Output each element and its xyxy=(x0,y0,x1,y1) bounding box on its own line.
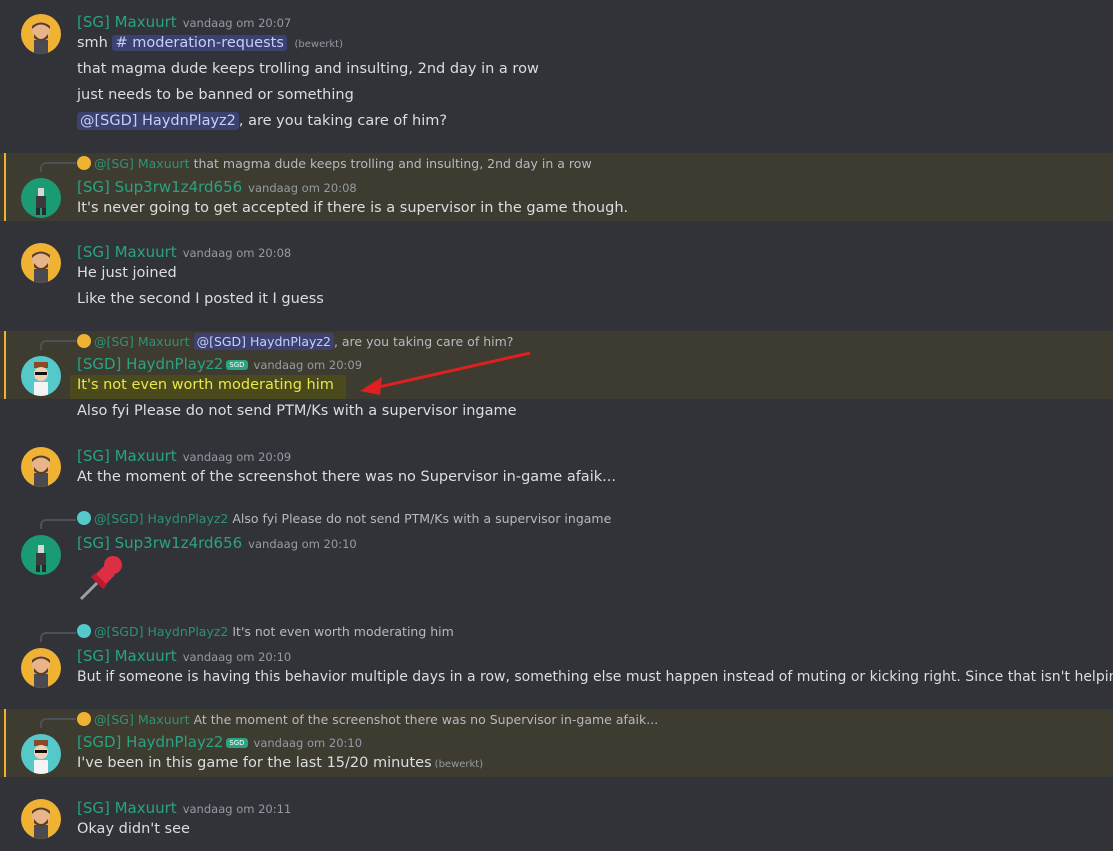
edited-label: (bewerkt) xyxy=(294,39,343,50)
message-line: At the moment of the screenshot there wa… xyxy=(77,469,616,485)
timestamp[interactable]: vandaag om 20:09 xyxy=(254,358,363,372)
message-line: It's not even worth moderating him xyxy=(77,377,334,393)
timestamp[interactable]: vandaag om 20:09 xyxy=(183,450,292,464)
timestamp[interactable]: vandaag om 20:10 xyxy=(254,736,363,750)
reply-spine xyxy=(40,632,76,642)
annotation-arrow-icon xyxy=(360,351,531,395)
message-header: [SG] Sup3rw1z4rd656 vandaag om 20:10 xyxy=(77,534,357,552)
message-header: [SG] Maxuurt vandaag om 20:11 xyxy=(77,799,291,817)
message-line: Also fyi Please do not send PTM/Ks with … xyxy=(77,403,517,419)
reply-avatar-icon xyxy=(77,624,91,638)
reply-preview[interactable]: @[SG] Maxuurt that magma dude keeps trol… xyxy=(77,156,592,171)
username[interactable]: [SGD] HaydnPlayz2 xyxy=(77,733,223,751)
reply-avatar-icon xyxy=(77,511,91,525)
avatar[interactable] xyxy=(21,447,61,487)
message-9: [SG] Maxuurt vandaag om 20:11 Okay didn't… xyxy=(0,792,1113,851)
reply-spine xyxy=(40,718,76,728)
username[interactable]: [SG] Sup3rw1z4rd656 xyxy=(77,178,242,196)
reply-preview[interactable]: @[SGD] HaydnPlayz2 Also fyi Please do no… xyxy=(77,511,611,526)
timestamp[interactable]: vandaag om 20:08 xyxy=(248,181,357,195)
username[interactable]: [SGD] HaydnPlayz2 xyxy=(77,355,223,373)
timestamp[interactable]: vandaag om 20:10 xyxy=(248,537,357,551)
reply-preview[interactable]: @[SG] Maxuurt At the moment of the scree… xyxy=(77,712,658,727)
message-line: But if someone is having this behavior m… xyxy=(77,669,1113,685)
avatar[interactable] xyxy=(21,14,61,54)
user-mention[interactable]: @[SGD] HaydnPlayz2 xyxy=(77,112,239,130)
username[interactable]: [SG] Maxuurt xyxy=(77,243,177,261)
avatar[interactable] xyxy=(21,243,61,283)
message-header: [SGD] HaydnPlayz2 SGD vandaag om 20:10 xyxy=(77,733,362,751)
message-line: Like the second I posted it I guess xyxy=(77,291,324,307)
username[interactable]: [SG] Maxuurt xyxy=(77,799,177,817)
avatar[interactable] xyxy=(21,734,61,774)
channel-mention[interactable]: # moderation-requests xyxy=(112,35,287,51)
reply-preview[interactable]: @[SGD] HaydnPlayz2 It's not even worth m… xyxy=(77,624,454,639)
avatar[interactable] xyxy=(21,799,61,839)
message-header: [SG] Sup3rw1z4rd656 vandaag om 20:08 xyxy=(77,178,357,196)
message-1: [SG] Maxuurt vandaag om 20:07 smh # moder… xyxy=(0,0,1113,145)
username[interactable]: [SG] Sup3rw1z4rd656 xyxy=(77,534,242,552)
message-line: Okay didn't see xyxy=(77,821,190,837)
message-line: that magma dude keeps trolling and insul… xyxy=(77,61,539,77)
message-header: [SGD] HaydnPlayz2 SGD vandaag om 20:09 xyxy=(77,355,362,373)
edited-label: (bewerkt) xyxy=(434,759,484,770)
message-2: @[SG] Maxuurt that magma dude keeps trol… xyxy=(0,153,1113,221)
timestamp[interactable]: vandaag om 20:11 xyxy=(183,802,292,816)
pushpin-icon[interactable] xyxy=(77,553,127,603)
message-header: [SG] Maxuurt vandaag om 20:09 xyxy=(77,447,291,465)
reply-avatar-icon xyxy=(77,712,91,726)
message-3: [SG] Maxuurt vandaag om 20:08 He just joi… xyxy=(0,236,1113,316)
reply-spine xyxy=(40,162,76,172)
timestamp[interactable]: vandaag om 20:07 xyxy=(183,16,292,30)
message-5: [SG] Maxuurt vandaag om 20:09 At the mome… xyxy=(0,440,1113,496)
message-line: smh # moderation-requests (bewerkt) xyxy=(77,35,343,51)
timestamp[interactable]: vandaag om 20:10 xyxy=(183,650,292,664)
reply-avatar-icon xyxy=(77,334,91,348)
message-header: [SG] Maxuurt vandaag om 20:10 xyxy=(77,647,291,665)
message-8: @[SG] Maxuurt At the moment of the scree… xyxy=(0,709,1113,777)
username[interactable]: [SG] Maxuurt xyxy=(77,647,177,665)
avatar[interactable] xyxy=(21,356,61,396)
message-line: @[SGD] HaydnPlayz2, are you taking care … xyxy=(77,112,447,130)
user-mention[interactable]: @[SGD] HaydnPlayz2 xyxy=(193,333,334,350)
reply-spine xyxy=(40,340,76,350)
message-line: He just joined xyxy=(77,265,177,281)
timestamp[interactable]: vandaag om 20:08 xyxy=(183,246,292,260)
role-badge: SGD xyxy=(226,737,248,748)
message-7: @[SGD] HaydnPlayz2 It's not even worth m… xyxy=(0,623,1113,693)
message-header: [SG] Maxuurt vandaag om 20:07 xyxy=(77,13,291,31)
reply-spine xyxy=(40,519,76,529)
avatar[interactable] xyxy=(21,535,61,575)
message-line: just needs to be banned or something xyxy=(77,87,354,103)
message-6: @[SGD] HaydnPlayz2 Also fyi Please do no… xyxy=(0,510,1113,610)
message-header: [SG] Maxuurt vandaag om 20:08 xyxy=(77,243,291,261)
username[interactable]: [SG] Maxuurt xyxy=(77,13,177,31)
message-line: I've been in this game for the last 15/2… xyxy=(77,755,484,771)
avatar[interactable] xyxy=(21,178,61,218)
role-badge: SGD xyxy=(226,359,248,370)
reply-avatar-icon xyxy=(77,156,91,170)
avatar[interactable] xyxy=(21,648,61,688)
username[interactable]: [SG] Maxuurt xyxy=(77,447,177,465)
message-line: It's never going to get accepted if ther… xyxy=(77,200,629,216)
